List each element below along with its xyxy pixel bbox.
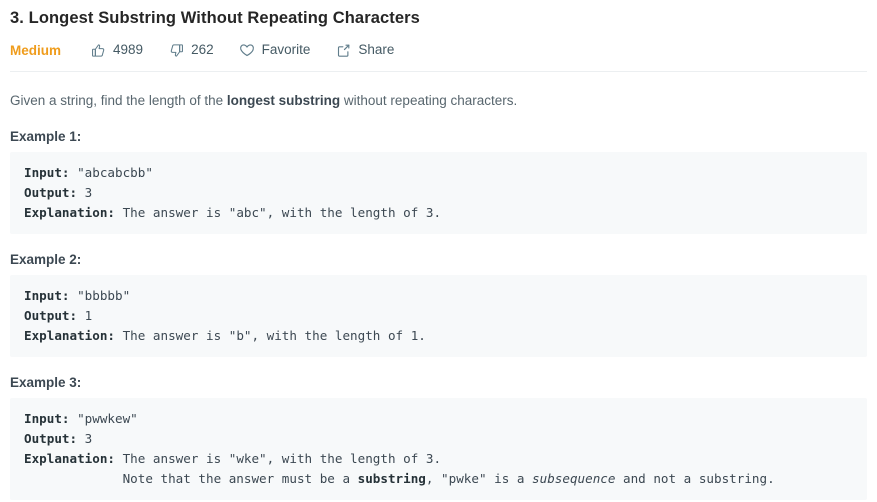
share-label: Share [358,42,395,57]
input-label: Input: [24,411,70,426]
share-button[interactable]: Share [335,42,394,58]
statement-lead: Given a string, find the length of the [10,93,227,108]
output-value: 3 [77,431,93,446]
example-1-code: Input: "abcabcbb" Output: 3 Explanation: T… [10,152,867,234]
code-line-output: Output: 3 [24,183,853,203]
explanation-label: Explanation: [24,328,115,343]
code-line-input: Input: "pwwkew" [24,409,853,429]
statement-emphasis: longest substring [226,93,341,108]
explanation-label: Explanation: [24,451,115,466]
code-line-output: Output: 3 [24,429,853,449]
code-line-input: Input: "abcabcbb" [24,163,853,183]
code-line-explanation: Explanation: The answer is "wke", with t… [24,449,853,469]
input-label: Input: [24,165,70,180]
dislike-count: 262 [191,42,214,57]
note-part2: , "pwke" is a [425,471,533,486]
explanation-label: Explanation: [24,205,115,220]
code-line-explanation: Explanation: The answer is "abc", with t… [24,203,853,223]
input-value: "pwwkew" [69,411,138,426]
note-indent [24,471,123,486]
heart-icon [239,42,255,58]
code-line-explanation: Explanation: The answer is "b", with the… [24,326,853,346]
code-line-output: Output: 1 [24,306,853,326]
input-value: "abcabcbb" [69,165,153,180]
example-1-heading: Example 1: [10,129,82,144]
example-2-code: Input: "bbbbb" Output: 1 Explanation: The … [10,275,867,357]
difficulty-badge: Medium [10,42,62,58]
header-divider [10,71,867,72]
action-bar: Medium 4989 262 Favorite Share [10,35,867,65]
note-bold: substring [357,471,426,486]
explanation-value: The answer is "abc", with the length of … [115,205,442,220]
problem-description-panel: 3. Longest Substring Without Repeating C… [0,0,877,502]
thumbs-down-icon [168,42,184,58]
thumbs-up-icon [90,42,106,58]
like-count: 4989 [113,42,144,57]
problem-statement: Given a string, find the length of the l… [10,91,867,111]
explanation-value: The answer is "b", with the length of 1. [115,328,426,343]
output-label: Output: [24,431,78,446]
favorite-label: Favorite [261,42,311,57]
example-2-heading: Example 2: [10,252,82,267]
input-label: Input: [24,288,70,303]
code-line-note: Note that the answer must be a substring… [24,469,853,489]
dislike-button[interactable]: 262 [168,42,214,58]
note-part1: Note that the answer must be a [122,471,358,486]
explanation-value: The answer is "wke", with the length of … [115,451,442,466]
note-part3: and not a substring. [615,471,775,486]
code-line-input: Input: "bbbbb" [24,286,853,306]
favorite-button[interactable]: Favorite [239,42,311,58]
statement-trail: without repeating characters. [340,93,518,108]
output-label: Output: [24,308,78,323]
output-value: 1 [77,308,93,323]
share-icon [335,42,351,58]
input-value: "bbbbb" [69,288,131,303]
output-label: Output: [24,185,78,200]
note-italic: subsequence [532,471,616,486]
example-3-heading: Example 3: [10,375,82,390]
like-button[interactable]: 4989 [90,42,143,58]
example-3-code: Input: "pwwkew" Output: 3 Explanation: The… [10,398,867,500]
page-title: 3. Longest Substring Without Repeating C… [10,9,420,27]
output-value: 3 [77,185,93,200]
